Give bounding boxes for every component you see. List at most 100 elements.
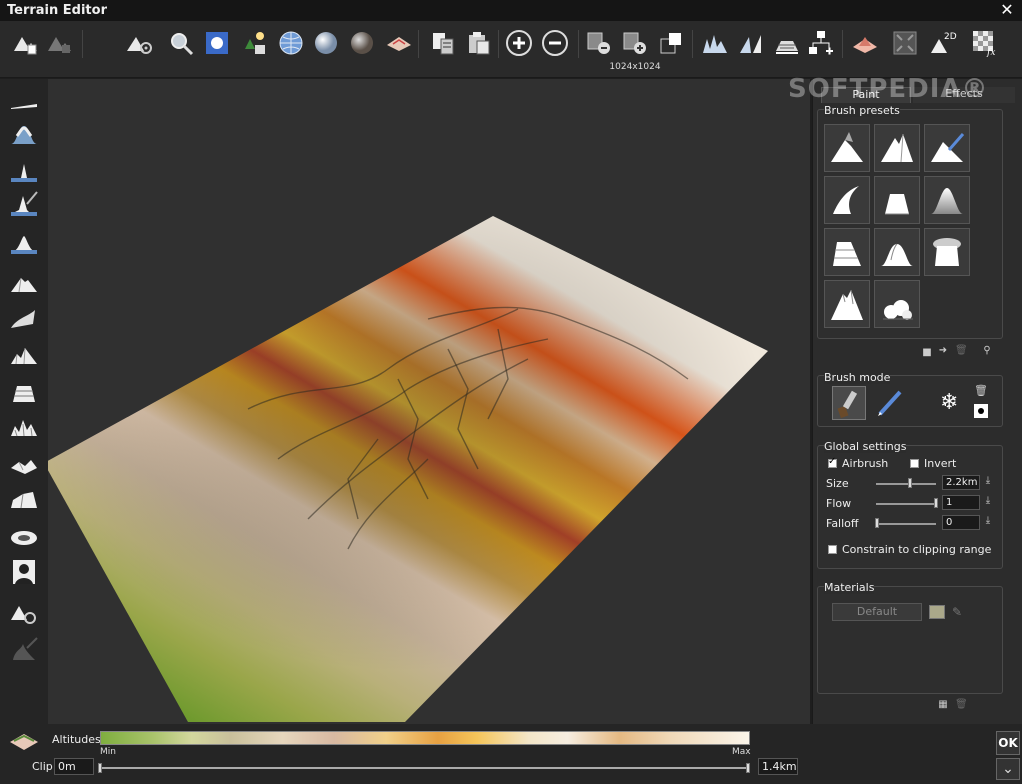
zoom-icon[interactable] xyxy=(166,28,196,58)
ok-button[interactable]: OK xyxy=(996,731,1020,755)
terrain-settings-icon[interactable] xyxy=(124,28,154,58)
global-settings-label: Global settings xyxy=(824,440,907,453)
erosion-tool-icon[interactable] xyxy=(8,521,40,551)
increase-resolution-icon[interactable] xyxy=(620,28,650,58)
preset-peak[interactable] xyxy=(824,124,870,172)
brush-mode-paint-icon[interactable] xyxy=(832,386,866,420)
flow-slider-thumb[interactable] xyxy=(934,498,938,508)
falloff-slider[interactable] xyxy=(876,523,936,525)
preset-plateau[interactable] xyxy=(874,176,920,224)
procedural-tool-icon[interactable] xyxy=(8,597,40,627)
material-default-button[interactable]: Default xyxy=(832,603,922,621)
terrain-preview-icon[interactable] xyxy=(384,28,414,58)
slope-icon[interactable] xyxy=(736,28,766,58)
save-preset-icon[interactable]: ■ xyxy=(921,347,933,361)
preset-dome[interactable] xyxy=(924,176,970,224)
preset-hill[interactable] xyxy=(874,228,920,276)
terraces-tool-icon[interactable] xyxy=(8,377,40,407)
size-pin-icon[interactable]: ⤓ xyxy=(982,475,994,489)
falloff-input[interactable]: 0 xyxy=(942,515,980,530)
falloff-slider-thumb[interactable] xyxy=(875,518,879,528)
plateau-tool-icon[interactable] xyxy=(8,449,40,479)
clip-min-input[interactable]: 0m xyxy=(54,758,94,775)
hills-tool-icon[interactable] xyxy=(8,341,40,371)
preset-boulders[interactable] xyxy=(874,280,920,328)
hierarchy-icon[interactable] xyxy=(806,28,836,58)
altitude-color-bar[interactable] xyxy=(100,731,750,745)
raise-tool-icon[interactable] xyxy=(8,155,40,185)
function-icon[interactable]: fx xyxy=(970,28,1000,58)
heights-icon[interactable] xyxy=(700,28,730,58)
flow-input[interactable]: 1 xyxy=(942,495,980,510)
sphere-icon[interactable] xyxy=(311,28,341,58)
terraces-icon[interactable] xyxy=(772,28,802,58)
peak-tool-icon[interactable] xyxy=(8,229,40,259)
mountain-tool-icon[interactable] xyxy=(8,269,40,299)
new-terrain-icon[interactable] xyxy=(10,28,40,58)
material-color-swatch[interactable] xyxy=(929,605,945,619)
flow-pin-icon[interactable]: ⤓ xyxy=(982,495,994,509)
ridge-tool-icon[interactable] xyxy=(8,305,40,335)
brush-mode-group: Brush mode ❄ 🗑 xyxy=(817,371,1003,427)
mask-icon[interactable] xyxy=(974,404,988,418)
delete-material-icon: 🗑 xyxy=(955,699,968,710)
zoom-in-icon[interactable] xyxy=(504,28,534,58)
preset-wave[interactable] xyxy=(824,176,870,224)
sculpt-tool-icon xyxy=(8,635,40,665)
right-panel: Paint Effects Brush presets ■ ➜ 🗑 ⚲ Brus… xyxy=(812,79,1022,724)
preset-settings-icon[interactable]: ⚲ xyxy=(981,345,993,359)
watermark: SOFTPEDIA® xyxy=(788,74,989,104)
invert-checkbox[interactable] xyxy=(910,459,919,468)
airbrush-checkbox[interactable] xyxy=(828,456,837,468)
window-title: Terrain Editor xyxy=(7,3,107,18)
terrain-viewport[interactable] xyxy=(48,79,810,724)
flat-tool-icon[interactable] xyxy=(8,91,40,121)
textured-sphere-icon[interactable] xyxy=(347,28,377,58)
clip-max-input[interactable]: 1.4km xyxy=(758,758,798,775)
material-edit-icon[interactable]: ✎ xyxy=(952,605,962,619)
ok-dropdown-icon[interactable]: ⌄ xyxy=(996,758,1020,780)
preset-terraces[interactable] xyxy=(824,228,870,276)
fit-view-icon[interactable] xyxy=(890,28,920,58)
flow-slider[interactable] xyxy=(876,503,936,505)
material-checker-icon[interactable]: ▦ xyxy=(937,699,949,713)
constrain-checkbox[interactable] xyxy=(828,545,837,554)
size-input[interactable]: 2.2km xyxy=(942,475,980,490)
altitude-max-label: Max xyxy=(732,747,751,757)
freeze-icon[interactable]: ❄ xyxy=(940,390,958,415)
dunes-tool-icon[interactable] xyxy=(8,485,40,515)
preset-mesa[interactable] xyxy=(924,228,970,276)
copy-icon[interactable] xyxy=(428,28,458,58)
decrease-resolution-icon[interactable] xyxy=(584,28,614,58)
close-icon[interactable]: ✕ xyxy=(998,1,1016,19)
size-slider[interactable] xyxy=(876,483,936,485)
open-terrain-icon[interactable] xyxy=(44,28,74,58)
smooth-tool-icon[interactable] xyxy=(8,119,40,149)
preset-mountain[interactable] xyxy=(874,124,920,172)
altitude-map-icon[interactable] xyxy=(8,728,40,752)
view-2d-icon[interactable]: 2D xyxy=(928,28,958,58)
portrait-tool-icon[interactable] xyxy=(8,557,40,587)
vegetation-icon[interactable] xyxy=(240,28,270,58)
brush-mode-pencil-icon[interactable] xyxy=(874,386,908,420)
crater-tool-icon[interactable] xyxy=(8,413,40,443)
paint-tool-icon[interactable] xyxy=(8,189,40,219)
clip-min-thumb[interactable] xyxy=(98,763,102,773)
material-preview-icon[interactable] xyxy=(850,28,880,58)
size-slider-thumb[interactable] xyxy=(908,478,912,488)
terrain-render[interactable] xyxy=(48,79,810,724)
globe-icon[interactable] xyxy=(276,28,306,58)
clear-mode-icon[interactable]: 🗑 xyxy=(974,384,988,397)
preset-paint-peak[interactable] xyxy=(924,124,970,172)
falloff-pin-icon[interactable]: ⤓ xyxy=(982,515,994,529)
altitude-min-label: Min xyxy=(100,747,116,757)
clip-range-slider[interactable] xyxy=(100,767,750,769)
clip-max-thumb[interactable] xyxy=(746,763,750,773)
paste-icon[interactable] xyxy=(464,28,494,58)
zoom-out-icon[interactable] xyxy=(540,28,570,58)
preset-rocky[interactable] xyxy=(824,280,870,328)
export-preset-icon[interactable]: ➜ xyxy=(937,345,949,359)
delete-preset-icon: 🗑 xyxy=(955,345,968,356)
crop-icon[interactable] xyxy=(656,28,686,58)
light-icon[interactable] xyxy=(202,28,232,58)
